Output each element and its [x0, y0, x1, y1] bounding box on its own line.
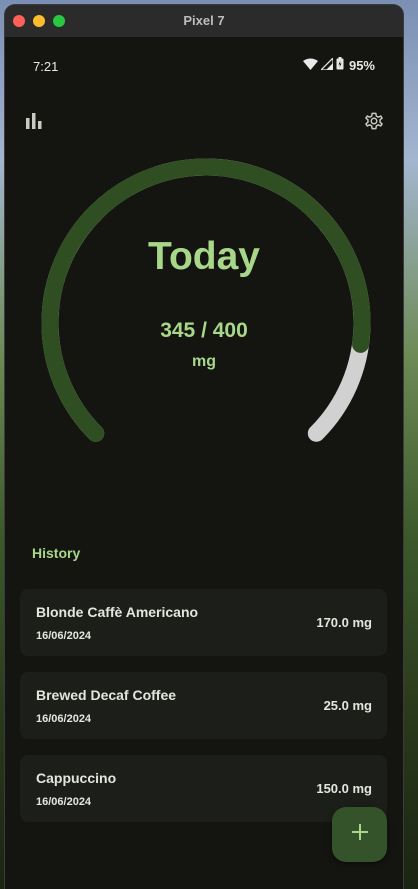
wifi-icon — [302, 58, 318, 73]
history-item-amount: 25.0 mg — [323, 698, 372, 713]
gear-icon — [363, 110, 385, 137]
history-item-amount: 170.0 mg — [316, 615, 372, 630]
status-time: 7:21 — [33, 59, 59, 74]
history-item-date: 16/06/2024 — [36, 630, 92, 642]
plus-icon — [351, 823, 369, 846]
status-icons: 95% — [302, 56, 375, 73]
window-titlebar: Pixel 7 — [5, 5, 403, 38]
bar-chart-icon — [25, 112, 43, 135]
battery-icon — [336, 57, 344, 73]
add-drink-button[interactable] — [332, 807, 387, 862]
history-item[interactable]: Blonde Caffè Americano 16/06/2024 170.0 … — [20, 589, 387, 656]
battery-percent: 95% — [348, 57, 375, 73]
history-item-date: 16/06/2024 — [36, 713, 92, 725]
history-heading: History — [32, 545, 81, 561]
emulator-window: Pixel 7 7:21 95% Today 345 / 400 mg Hist… — [5, 5, 403, 889]
stats-button[interactable] — [20, 109, 48, 137]
gauge-title: Today — [148, 235, 260, 278]
phone-screen: 7:21 95% Today 345 / 400 mg History Blon… — [5, 37, 403, 889]
history-item-date: 16/06/2024 — [36, 796, 92, 808]
gauge-value: 345 / 400 — [160, 319, 248, 342]
history-item-amount: 150.0 mg — [316, 781, 372, 796]
window-title: Pixel 7 — [183, 13, 225, 28]
settings-button[interactable] — [360, 109, 388, 137]
history-item-name: Blonde Caffè Americano — [36, 604, 199, 620]
history-item[interactable]: Brewed Decaf Coffee 16/06/2024 25.0 mg — [20, 672, 387, 739]
gauge-fill — [41, 158, 371, 442]
history-item-name: Brewed Decaf Coffee — [36, 687, 177, 703]
history-item[interactable]: Cappuccino 16/06/2024 150.0 mg — [20, 755, 387, 822]
caffeine-gauge — [41, 158, 371, 442]
history-item-name: Cappuccino — [36, 770, 117, 786]
gauge-unit: mg — [192, 353, 216, 370]
signal-icon — [319, 56, 334, 73]
